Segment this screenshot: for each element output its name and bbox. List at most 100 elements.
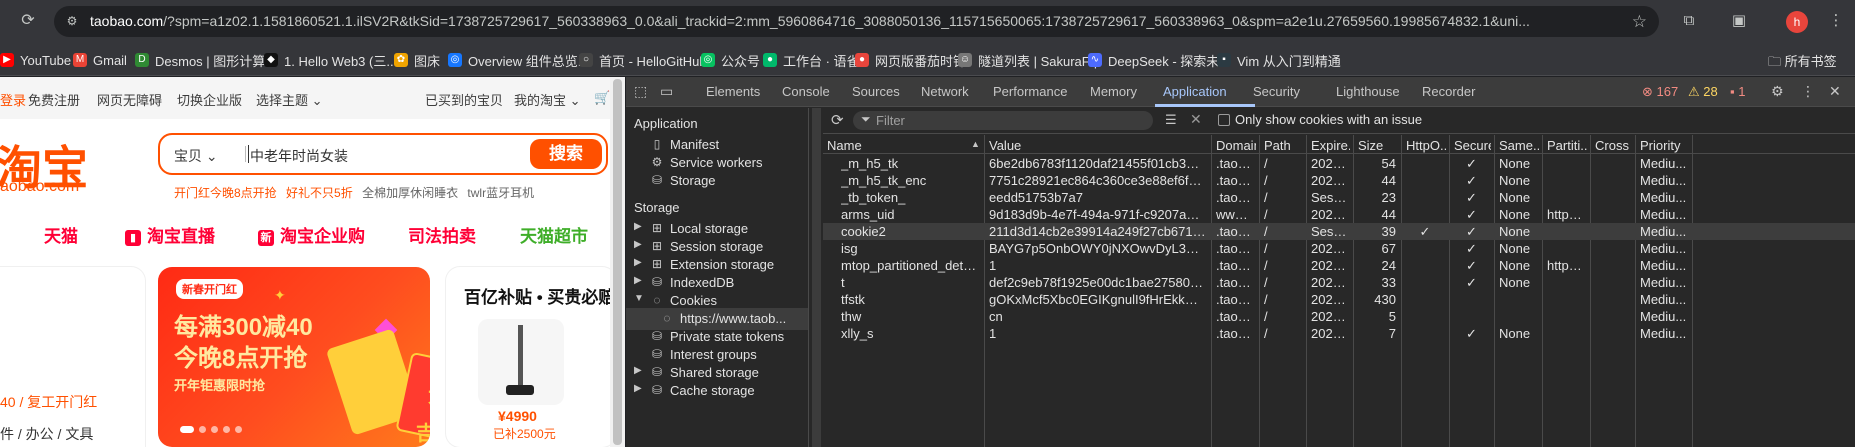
register-link[interactable]: 免费注册 xyxy=(28,90,80,109)
tab-lighthouse[interactable]: Lighthouse xyxy=(1336,84,1400,99)
cookie-row[interactable]: tfstk gOKxMcf5Xbc0EGIKgnulI9fHrEkkM4v4iIQ… xyxy=(823,291,1855,308)
address-bar[interactable]: ⚙ taobao.com/?spm=a1z02.1.1581860521.1.i… xyxy=(54,6,1659,37)
product-image[interactable] xyxy=(478,319,564,405)
hot-word[interactable]: 全棉加厚休闲睡衣 xyxy=(362,186,458,200)
theme-select[interactable]: 选择主题 ⌄ xyxy=(256,90,323,109)
category-row[interactable]: 件 / 办公 / 文具 xyxy=(0,424,93,444)
bookmark-sakurafrp[interactable]: ☺ 隧道列表 | SakuraFrp xyxy=(958,51,1101,69)
reload-icon[interactable]: ⟳ xyxy=(18,11,38,31)
device-toolbar-icon[interactable]: ▭ xyxy=(660,83,673,100)
login-link[interactable]: 登录 xyxy=(0,90,26,109)
bookmark-star-icon[interactable]: ☆ xyxy=(1632,12,1647,32)
cart-icon[interactable]: 🛒 xyxy=(594,90,610,106)
collapse-arrow-icon[interactable]: ▼ xyxy=(634,293,644,304)
expand-arrow-icon[interactable]: ▶ xyxy=(634,239,642,250)
channel-enterprise[interactable]: 新淘宝企业购 xyxy=(258,222,365,247)
accessibility-link[interactable]: 网页无障碍 xyxy=(97,90,162,109)
inspect-element-icon[interactable]: ⬚ xyxy=(634,83,647,100)
bookmark-yuque[interactable]: ● 工作台 · 语雀 xyxy=(763,51,860,69)
my-taobao-link[interactable]: 我的淘宝 ⌄ xyxy=(514,90,581,109)
filter-input[interactable]: ⏷ Filter xyxy=(853,111,1153,130)
delete-selected-icon[interactable]: ✕ xyxy=(1190,111,1202,128)
promo-banner[interactable]: 新春开门红 ✦ 每满300减40 今晚8点开抢 开年钜惠限时抢 大 吉 xyxy=(158,267,430,447)
search-scope-select[interactable]: 宝贝 ⌄ xyxy=(174,146,218,166)
bookmark-desmos[interactable]: D Desmos | 图形计算... xyxy=(135,51,276,69)
channel-tmall[interactable]: 天猫 xyxy=(44,222,78,247)
scrollbar-thumb[interactable] xyxy=(613,79,622,445)
channel-live[interactable]: ▮ 淘宝直播 xyxy=(125,222,215,247)
refresh-icon[interactable]: ⟳ xyxy=(831,111,844,129)
bookmark-deepseek[interactable]: ∿ DeepSeek - 探索未... xyxy=(1088,51,1230,69)
close-devtools-icon[interactable]: ✕ xyxy=(1829,83,1841,100)
expand-arrow-icon[interactable]: ▶ xyxy=(634,221,642,232)
clear-filtered-cookies-icon[interactable]: ☰ xyxy=(1165,112,1177,128)
cookie-row[interactable]: _m_h5_tk 6be2db6783f1120daf21455f01cb3985… xyxy=(823,155,1855,172)
cookie-row[interactable]: isg BAYG7p5OnbOWY0jNXOwvDyL3V_yIZ0ohb....… xyxy=(823,240,1855,257)
more-options-icon[interactable]: ⋮ xyxy=(1801,83,1815,100)
purchased-link[interactable]: 已买到的宝贝 xyxy=(425,90,503,109)
subsidy-card[interactable]: 百亿补贴 • 买贵必赔 ¥4990 已补2500元 xyxy=(446,267,610,447)
hot-word[interactable]: 好礼不只5折 xyxy=(286,186,353,200)
bookmark-hellogithub[interactable]: ○ 首页 - HelloGitHub xyxy=(579,51,707,69)
tab-memory[interactable]: Memory xyxy=(1090,84,1137,99)
bookmark-vim[interactable]: ▪ Vim 从入门到精通 xyxy=(1217,51,1341,69)
tab-application[interactable]: Application xyxy=(1163,84,1227,99)
tab-recorder[interactable]: Recorder xyxy=(1422,84,1475,99)
cookie-row[interactable]: _m_h5_tk_enc 7751c28921ec864c360ce3e88ef6… xyxy=(823,172,1855,189)
enterprise-link[interactable]: 切换企业版 xyxy=(177,90,242,109)
extensions-icon[interactable]: ⧉ xyxy=(1679,11,1699,31)
all-bookmarks-folder[interactable]: 🗀 所有书签 xyxy=(1768,51,1837,75)
expand-arrow-icon[interactable]: ▶ xyxy=(634,275,642,286)
cookie-row[interactable]: xlly_s 1 .taoba... / 2025-... 7 ✓ None Mediu... xyxy=(823,325,1855,342)
sidebar-splitter[interactable] xyxy=(809,108,823,447)
cookie-row[interactable]: _tb_token_ eedd51753b7a7 .taoba... / Session… xyxy=(823,189,1855,206)
bookmark-gmail[interactable]: M Gmail xyxy=(73,51,127,69)
page-scrollbar[interactable] xyxy=(610,77,625,447)
search-input[interactable]: 中老年时尚女装 xyxy=(250,146,348,166)
cookie-row[interactable]: arms_uid 9d183d9b-4e7f-494a-971f-c9207a35… xyxy=(823,206,1855,223)
channel-auction[interactable]: 司法拍卖 xyxy=(408,222,476,247)
bookmark-tuchuang[interactable]: ✿ 图床 xyxy=(394,51,440,69)
expand-arrow-icon[interactable]: ▶ xyxy=(634,257,642,268)
search-button[interactable]: 搜索 xyxy=(530,139,602,169)
hot-word[interactable]: 开门红今晚8点开抢 xyxy=(174,186,277,200)
tab-network[interactable]: Network xyxy=(921,84,969,99)
tab-elements[interactable]: Elements xyxy=(706,84,760,99)
site-info-icon[interactable]: ⚙ xyxy=(64,13,80,29)
sidebar-item-cache-storage[interactable]: ▶ ⛁ Cache storage xyxy=(626,380,808,402)
cookie-row[interactable]: cookie2 211d3d14cb2e39914a249f27cb671d1a.… xyxy=(823,223,1855,240)
cell-samesite: None xyxy=(1499,207,1531,222)
screenshot-extension-icon[interactable]: ▣ xyxy=(1729,11,1749,31)
splitter-handle[interactable] xyxy=(812,108,821,447)
only-issues-label[interactable]: Only show cookies with an issue xyxy=(1235,112,1422,127)
category-row[interactable]: 40 / 复工开门红 xyxy=(0,392,97,412)
expand-arrow-icon[interactable]: ▶ xyxy=(634,365,642,376)
expand-arrow-icon[interactable]: ▶ xyxy=(634,383,642,394)
browser-menu-icon[interactable]: ⋮ xyxy=(1826,11,1846,31)
cookie-row[interactable]: mtop_partitioned_detect 1 .taoba... / 2025-.… xyxy=(823,257,1855,274)
bookmark-youtube[interactable]: ▶ YouTube xyxy=(0,51,71,69)
issues-count[interactable]: ▪ 1 xyxy=(1730,84,1745,99)
error-count[interactable]: ⊗ 167 xyxy=(1642,84,1678,100)
carousel-dots[interactable] xyxy=(180,426,242,433)
bookmark-gongzhonghao[interactable]: ◎ 公众号 xyxy=(701,51,760,69)
tab-security[interactable]: Security xyxy=(1253,84,1300,99)
channel-supermarket[interactable]: 天猫超市 xyxy=(520,222,588,247)
url-text[interactable]: taobao.com/?spm=a1z02.1.1581860521.1.ilS… xyxy=(90,13,1620,29)
warning-count[interactable]: ⚠ 28 xyxy=(1688,84,1718,100)
tab-console[interactable]: Console xyxy=(782,84,830,99)
cookie-row[interactable]: t def2c9eb78f1925e00dc1bae2758096f .taoba.… xyxy=(823,274,1855,291)
sidebar-item-storage[interactable]: ⛁ Storage xyxy=(626,170,808,192)
hot-search-words: 开门红今晚8点开抢 好礼不只5折 全棉加厚休闲睡衣 twlr蓝牙耳机 xyxy=(174,184,540,201)
hot-word[interactable]: twlr蓝牙耳机 xyxy=(467,186,534,200)
tab-performance[interactable]: Performance xyxy=(993,84,1067,99)
only-issues-checkbox[interactable] xyxy=(1218,114,1230,126)
bookmark-tomato-clock[interactable]: ● 网页版番茄时钟 xyxy=(855,51,966,69)
cookie-row[interactable]: thw cn .taoba... / 2026-... 5 Mediu... xyxy=(823,308,1855,325)
profile-avatar[interactable]: h xyxy=(1786,11,1808,33)
search-box[interactable]: 宝贝 ⌄ 中老年时尚女装 搜索 xyxy=(158,133,608,175)
settings-gear-icon[interactable]: ⚙ xyxy=(1771,83,1784,100)
bookmark-overview[interactable]: ◎ Overview 组件总览... xyxy=(448,51,589,69)
bookmark-hello-web3[interactable]: ◆ 1. Hello Web3 (三... xyxy=(264,51,397,69)
tab-sources[interactable]: Sources xyxy=(852,84,900,99)
